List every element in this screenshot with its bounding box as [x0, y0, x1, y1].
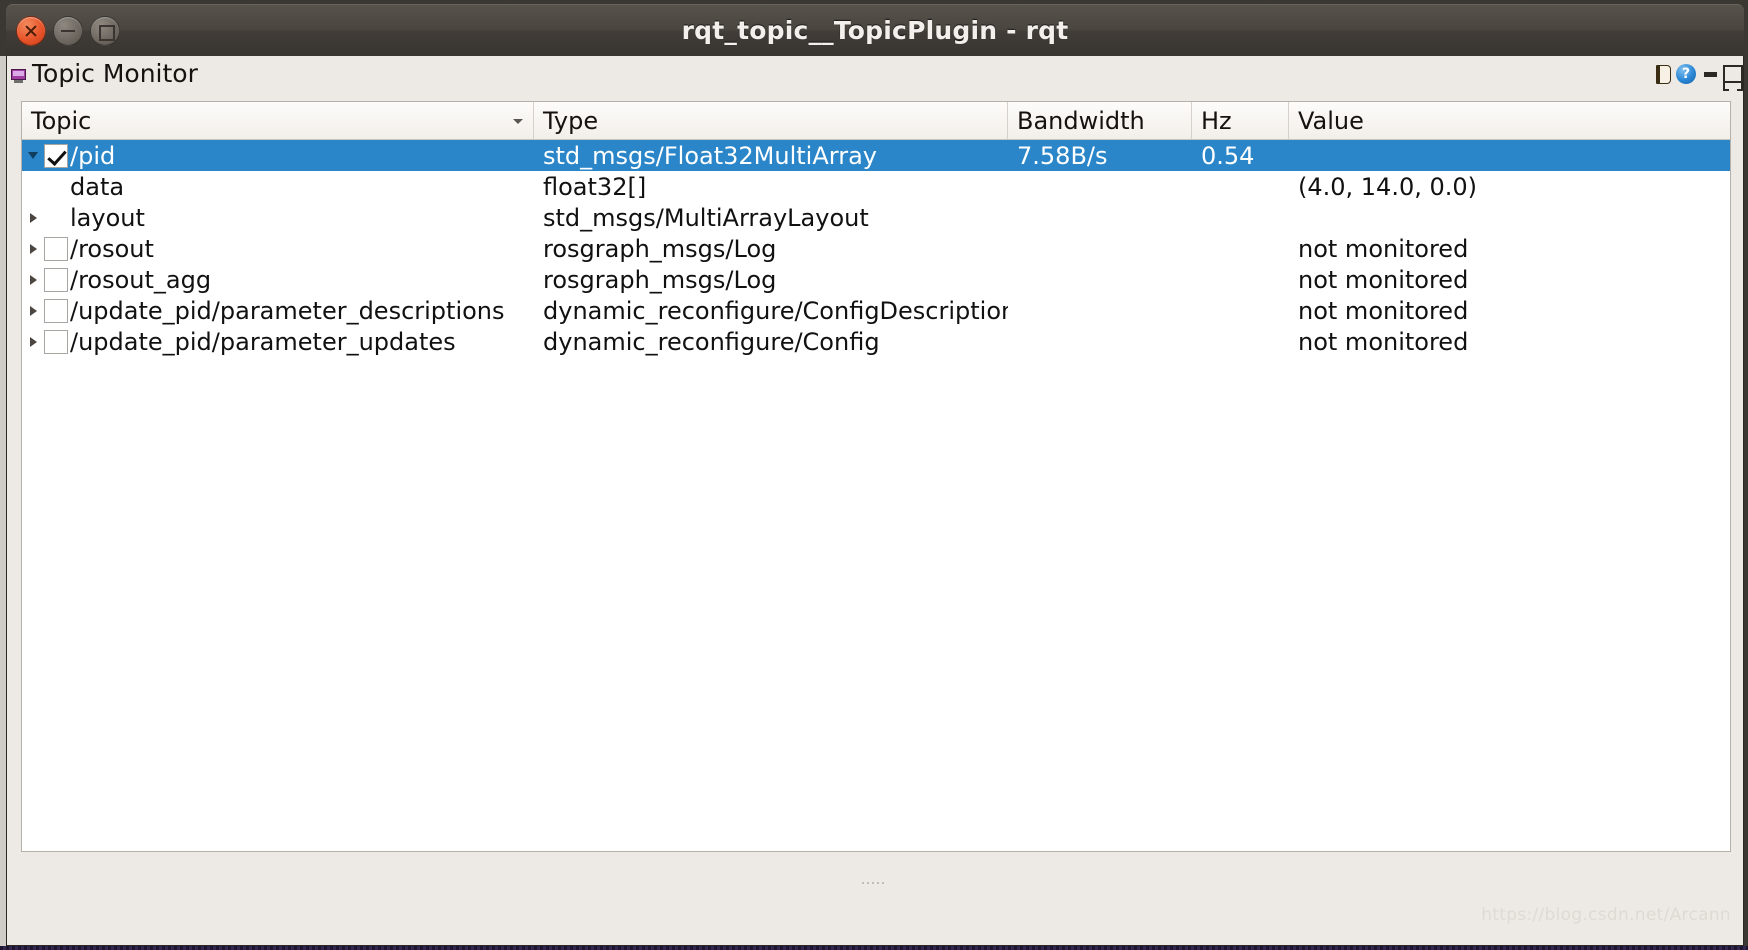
cell-value-text: (4.0, 14.0, 0.0) [1298, 172, 1478, 201]
minimize-dock-icon[interactable] [1704, 71, 1717, 77]
cell-type: float32[] [534, 173, 1008, 201]
cell-hz-text: 0.54 [1201, 141, 1255, 170]
window-title: rqt_topic__TopicPlugin - rqt [681, 16, 1069, 45]
topic-tree: Topic Type Bandwidth Hz Value /pid std_ms… [21, 101, 1731, 852]
topic-name: /rosout [70, 234, 154, 263]
column-header-value[interactable]: Value [1289, 102, 1730, 139]
cell-value-text: not monitored [1298, 234, 1469, 263]
monitor-icon [11, 68, 28, 84]
cell-type: rosgraph_msgs/Log [534, 266, 1008, 294]
watermark: https://blog.csdn.net/Arcann [1481, 905, 1731, 925]
cell-type-text: dynamic_reconfigure/ConfigDescription [543, 296, 1008, 325]
status-strip: https://blog.csdn.net/Arcann [7, 853, 1743, 945]
topic-monitor-checkbox[interactable] [44, 267, 68, 292]
column-header-hz[interactable]: Hz [1192, 102, 1289, 139]
plugin-dock-bar: Topic Monitor ? [7, 56, 1743, 96]
column-header-type[interactable]: Type [534, 102, 1008, 139]
cell-bandwidth-text: 7.58B/s [1017, 141, 1108, 170]
topic-name: /update_pid/parameter_updates [70, 327, 456, 356]
cell-type-text: float32[] [543, 172, 647, 201]
table-row[interactable]: data float32[] (4.0, 14.0, 0.0) [22, 171, 1730, 202]
cell-topic: /rosout [22, 235, 534, 263]
topic-name: data [70, 172, 125, 201]
column-header-type-label: Type [543, 106, 599, 135]
table-row[interactable]: /pid std_msgs/Float32MultiArray 7.58B/s 0.5… [22, 140, 1730, 171]
chevron-down-icon[interactable] [22, 152, 44, 159]
cell-topic: /pid [22, 142, 534, 170]
table-row[interactable]: /rosout_agg rosgraph_msgs/Log not monitore… [22, 264, 1730, 295]
column-header-topic-label: Topic [31, 106, 92, 135]
maximize-button[interactable] [90, 15, 120, 46]
cell-value: not monitored [1289, 297, 1730, 325]
chevron-right-icon[interactable] [22, 243, 44, 254]
topic-name: /update_pid/parameter_descriptions [70, 296, 505, 325]
cell-type: std_msgs/MultiArrayLayout [534, 204, 1008, 232]
cell-type-text: rosgraph_msgs/Log [543, 234, 777, 263]
cell-topic: /rosout_agg [22, 266, 534, 294]
table-row[interactable]: /update_pid/parameter_descriptions dynami… [22, 295, 1730, 326]
cell-value: not monitored [1289, 235, 1730, 263]
topic-name: /pid [70, 141, 116, 170]
column-header-bandwidth[interactable]: Bandwidth [1008, 102, 1192, 139]
cell-topic: /update_pid/parameter_updates [22, 328, 534, 356]
column-header-value-label: Value [1298, 106, 1364, 135]
cell-type-text: std_msgs/Float32MultiArray [543, 141, 877, 170]
cell-topic: data [22, 173, 534, 201]
cell-topic: /update_pid/parameter_descriptions [22, 297, 534, 325]
cell-type: dynamic_reconfigure/Config [534, 328, 1008, 356]
table-header-row: Topic Type Bandwidth Hz Value [22, 102, 1730, 140]
cell-type: dynamic_reconfigure/ConfigDescription [534, 297, 1008, 325]
cell-type: rosgraph_msgs/Log [534, 235, 1008, 263]
column-header-bandwidth-label: Bandwidth [1017, 106, 1145, 135]
cell-bandwidth: 7.58B/s [1008, 142, 1192, 170]
float-dock-icon[interactable] [1723, 65, 1743, 91]
cell-hz: 0.54 [1192, 142, 1289, 170]
plugin-dock-title: Topic Monitor [11, 59, 198, 88]
minimize-button[interactable] [53, 15, 83, 46]
topic-monitor-checkbox[interactable] [44, 298, 68, 323]
cell-value-text: not monitored [1298, 327, 1469, 356]
cell-value-text: not monitored [1298, 296, 1469, 325]
table-row[interactable]: /rosout rosgraph_msgs/Log not monitored [22, 233, 1730, 264]
chevron-right-icon[interactable] [22, 336, 44, 347]
plugin-dock-actions: ? [1656, 64, 1743, 91]
cell-type-text: dynamic_reconfigure/Config [543, 327, 880, 356]
window-controls [16, 15, 120, 46]
help-icon[interactable]: ? [1676, 64, 1696, 84]
cell-type-text: std_msgs/MultiArrayLayout [543, 203, 869, 232]
topic-name: /rosout_agg [70, 265, 212, 294]
table-row[interactable]: /update_pid/parameter_updates dynamic_rec… [22, 326, 1730, 357]
chevron-right-icon[interactable] [22, 305, 44, 316]
plugin-dock-title-label: Topic Monitor [32, 59, 198, 88]
application-window: rqt_topic__TopicPlugin - rqt Topic Monit… [0, 0, 1748, 950]
topic-monitor-checkbox[interactable] [44, 143, 68, 168]
cell-value-text: not monitored [1298, 265, 1469, 294]
cell-value: not monitored [1289, 328, 1730, 356]
chevron-right-icon[interactable] [22, 212, 44, 223]
table-body[interactable]: /pid std_msgs/Float32MultiArray 7.58B/s 0.5… [22, 140, 1730, 851]
chevron-right-icon[interactable] [22, 274, 44, 285]
sort-descending-icon [513, 118, 523, 124]
column-header-hz-label: Hz [1201, 106, 1232, 135]
resize-grip[interactable] [862, 881, 888, 885]
close-button[interactable] [16, 15, 46, 46]
cell-topic: layout [22, 204, 534, 232]
cell-value: not monitored [1289, 266, 1730, 294]
documentation-icon[interactable] [1656, 64, 1671, 84]
topic-monitor-checkbox[interactable] [44, 236, 68, 261]
topic-monitor-checkbox[interactable] [44, 329, 68, 354]
cell-type: std_msgs/Float32MultiArray [534, 142, 1008, 170]
screen-bottom-edge [0, 946, 1748, 950]
cell-value: (4.0, 14.0, 0.0) [1289, 173, 1730, 201]
table-row[interactable]: layout std_msgs/MultiArrayLayout [22, 202, 1730, 233]
client-area: Topic Monitor ? Topic Type Bandwidth Hz … [6, 56, 1744, 946]
cell-type-text: rosgraph_msgs/Log [543, 265, 777, 294]
column-header-topic[interactable]: Topic [22, 102, 534, 139]
window-titlebar: rqt_topic__TopicPlugin - rqt [6, 4, 1744, 56]
topic-name: layout [70, 203, 145, 232]
